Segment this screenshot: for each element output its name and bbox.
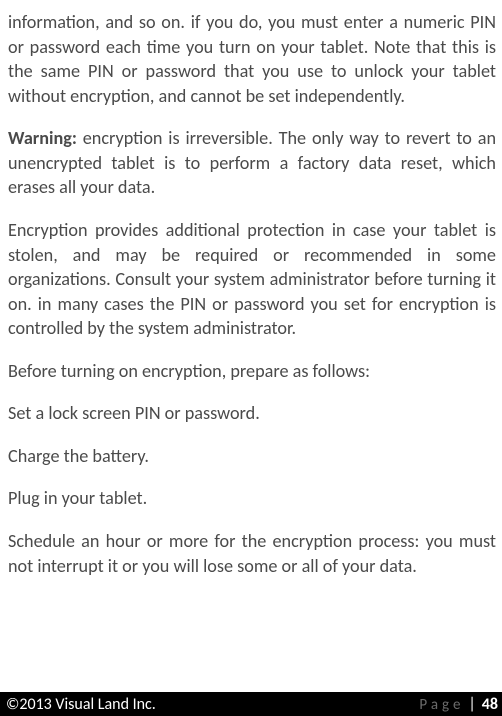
paragraph-protection: Encryption provides additional protectio… [8, 218, 496, 341]
paragraph-step-schedule: Schedule an hour or more for the encrypt… [8, 529, 496, 578]
page-number: 48 [482, 695, 498, 714]
paragraph-prepare-heading: Before turning on encryption, prepare as… [8, 359, 496, 384]
paragraph-step-battery: Charge the battery. [8, 444, 496, 469]
footer-page-info: Page | 48 [419, 695, 498, 714]
warning-label: Warning: [8, 127, 77, 149]
paragraph-warning: Warning: encryption is irreversible. The… [8, 126, 496, 200]
paragraph-step-plugin: Plug in your tablet. [8, 486, 496, 511]
paragraph-step-pin: Set a lock screen PIN or password. [8, 401, 496, 426]
document-body: information, and so on. if you do, you m… [0, 0, 502, 578]
page-separator: | [468, 695, 475, 714]
page-label: Page [419, 696, 464, 714]
paragraph-intro: information, and so on. if you do, you m… [8, 10, 496, 108]
page-footer: ©2013 Visual Land Inc. Page | 48 [0, 692, 502, 716]
footer-copyright: ©2013 Visual Land Inc. [6, 695, 156, 714]
warning-text: encryption is irreversible. The only way… [8, 127, 496, 198]
